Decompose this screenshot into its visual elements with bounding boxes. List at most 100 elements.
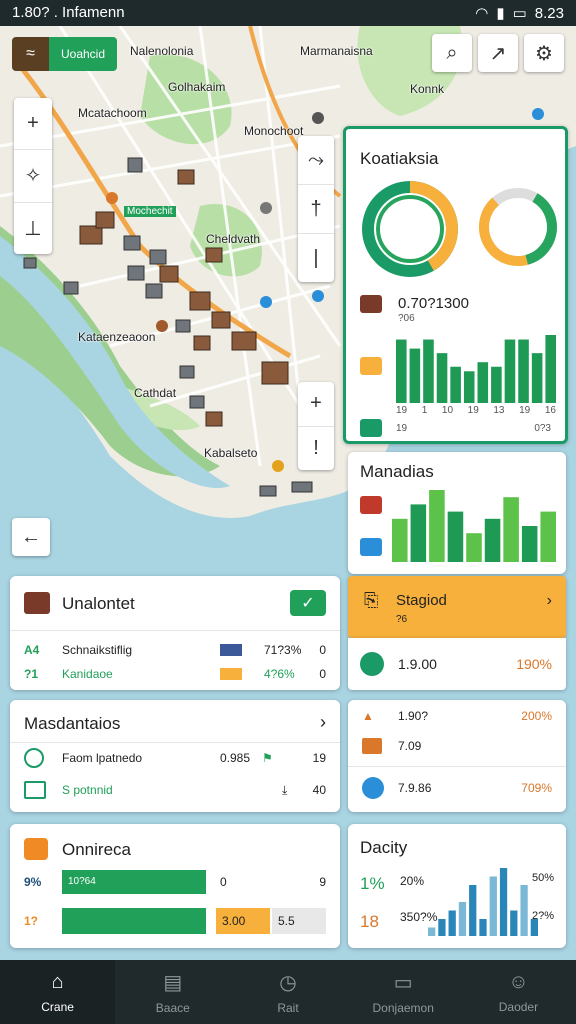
density-card: Dacity 1% 20% 18 350?% 50% 2?% — [348, 824, 566, 948]
row-v1: 3.00 — [222, 914, 246, 928]
bar — [504, 339, 516, 403]
chevron-right-icon: › — [546, 592, 552, 609]
bar — [518, 339, 529, 403]
nav-item-list[interactable]: ▤ Baace — [115, 960, 230, 1024]
map-label: Kabalseto — [204, 446, 258, 460]
clock-icon: ◷ — [279, 971, 297, 994]
chevron-right-icon[interactable]: › — [320, 712, 326, 733]
direction-icon — [360, 538, 382, 556]
bar — [520, 885, 528, 936]
monitor-icon: ▭ — [393, 971, 413, 994]
tag-icon — [220, 644, 242, 656]
progress-bar: 10?64 — [62, 870, 206, 894]
zoom-in-button[interactable]: + — [14, 98, 52, 151]
nav-item-home[interactable]: ⌂ Crane — [0, 960, 116, 1024]
rates-value: 7.09 — [398, 739, 422, 753]
nav-label: Rait — [277, 1000, 299, 1015]
highlight-row[interactable]: ⎘ Stagiod ?6 › — [348, 576, 566, 638]
density-left-num: 18 — [360, 912, 379, 931]
download-icon: ⤓ — [282, 782, 288, 797]
bar-tick: 1 — [421, 405, 428, 416]
bar — [409, 348, 421, 403]
rates-value: 1.90? — [398, 709, 429, 723]
bar — [428, 927, 436, 936]
layers-button[interactable]: ≈ — [12, 37, 49, 71]
details-row[interactable]: S potnnid ⤓ 40 — [10, 778, 340, 802]
summary-card[interactable]: Unalontet ✓ A4 Schnaikstiflig 71?3% 0 ?1… — [10, 576, 340, 690]
chart-icon — [360, 357, 382, 375]
stats-panel: Koatiaksia 0.70?1300 ?06 19 1 10 19 13 1… — [343, 126, 568, 444]
settings-icon[interactable]: ⚙ — [524, 34, 564, 72]
bar — [396, 339, 407, 403]
summary-row[interactable]: A4 Schnaikstiflig 71?3% 0 — [10, 638, 340, 662]
row-pct: 71?3% — [264, 643, 302, 657]
map-label: Monochoot — [244, 124, 304, 138]
route-icon[interactable]: ⤳ — [298, 136, 334, 185]
tag-icon — [220, 668, 242, 680]
bar — [458, 902, 467, 936]
row-v2: 5.5 — [278, 914, 295, 928]
back-arrow-icon[interactable]: ← — [12, 518, 50, 556]
bar — [410, 504, 427, 562]
bar-tick: 19 — [519, 405, 531, 416]
bar-tick: 13 — [493, 405, 505, 416]
map-label: Nalenolonia — [130, 44, 194, 58]
density-left-pct2: 20% — [400, 874, 425, 888]
progress-card[interactable]: Onnireca 9% 10?64 0 9 1? 3.00 5.5 — [10, 824, 340, 948]
share-icon[interactable]: ↗ — [478, 34, 518, 72]
zoom-in-button-2[interactable]: + — [298, 382, 334, 427]
battery-icon: ▭ — [512, 5, 527, 22]
confirm-button[interactable]: ✓ — [290, 590, 326, 616]
lamp-icon: ▲ — [362, 709, 374, 723]
marker-icon[interactable]: † — [298, 185, 334, 234]
bar — [429, 490, 445, 562]
nav-label: Daoder — [498, 999, 539, 1014]
pin-tool-icon[interactable]: ⊥ — [14, 203, 52, 254]
rates-card: ▲ 1.90? 200% 7.09 7.9.86 709% — [348, 700, 566, 812]
compass-icon[interactable]: ✧ — [14, 150, 52, 203]
value-row-value: 1.9.00 — [398, 656, 437, 672]
row-val2: 40 — [312, 783, 326, 797]
bar — [469, 885, 477, 936]
value-row: 1.9.00 190% — [348, 638, 566, 690]
row-val: 0 — [319, 643, 326, 657]
bar — [499, 868, 508, 936]
nav-item-monitor[interactable]: ▭ Donjaemon — [346, 960, 461, 1024]
bar — [438, 919, 446, 936]
density-title: Dacity — [360, 838, 408, 857]
bar — [448, 910, 456, 936]
row-icon: 1? — [24, 914, 39, 928]
bar — [477, 362, 489, 403]
status-time: 1.80? . Infamenn — [12, 4, 125, 21]
density-left-pct: 1% — [360, 874, 385, 893]
metrics-bar-chart — [392, 490, 556, 562]
nav-item-profile[interactable]: ☺ Daoder — [461, 960, 576, 1024]
nav-label: Crane — [41, 999, 74, 1014]
bar — [484, 518, 501, 562]
mode-chip[interactable]: Uoahcid — [49, 37, 117, 71]
search-icon[interactable]: ⌕ — [432, 34, 472, 72]
stats-value: 0.70?1300 — [398, 295, 469, 312]
details-row[interactable]: Faom lpatnedo 0.985 ⚑ 19 — [10, 746, 340, 770]
summary-row[interactable]: ?1 Kanidaoe 4?6% 0 — [10, 662, 340, 686]
details-card[interactable]: Masdantaios › Faom lpatnedo 0.985 ⚑ 19 S… — [10, 700, 340, 812]
bar — [447, 511, 464, 562]
map-tool-stack: + ✧ ⊥ — [14, 98, 52, 254]
row-val2: 19 — [312, 751, 326, 765]
bar — [392, 518, 408, 562]
bar-tick: 19 — [396, 405, 408, 416]
nav-item-clock[interactable]: ◷ Rait — [230, 960, 345, 1024]
map-label: Cathdat — [134, 386, 177, 400]
layers-icon: ≈ — [26, 45, 35, 62]
zoom-out-button[interactable]: ! — [298, 427, 334, 471]
stats-footer-left: 19 — [396, 423, 408, 434]
map-label: Mochechit — [124, 206, 176, 217]
metrics-panel: Manadias — [348, 452, 566, 574]
doc-icon: ⎘ — [364, 590, 379, 610]
gauge-icon — [362, 777, 384, 799]
play-icon — [24, 838, 48, 860]
row-label: Schnaikstiflig — [62, 643, 133, 657]
line-icon[interactable]: | — [298, 234, 334, 282]
progress-segment: 5.5 — [272, 908, 326, 934]
map-label: Mcatachoom — [78, 106, 147, 120]
